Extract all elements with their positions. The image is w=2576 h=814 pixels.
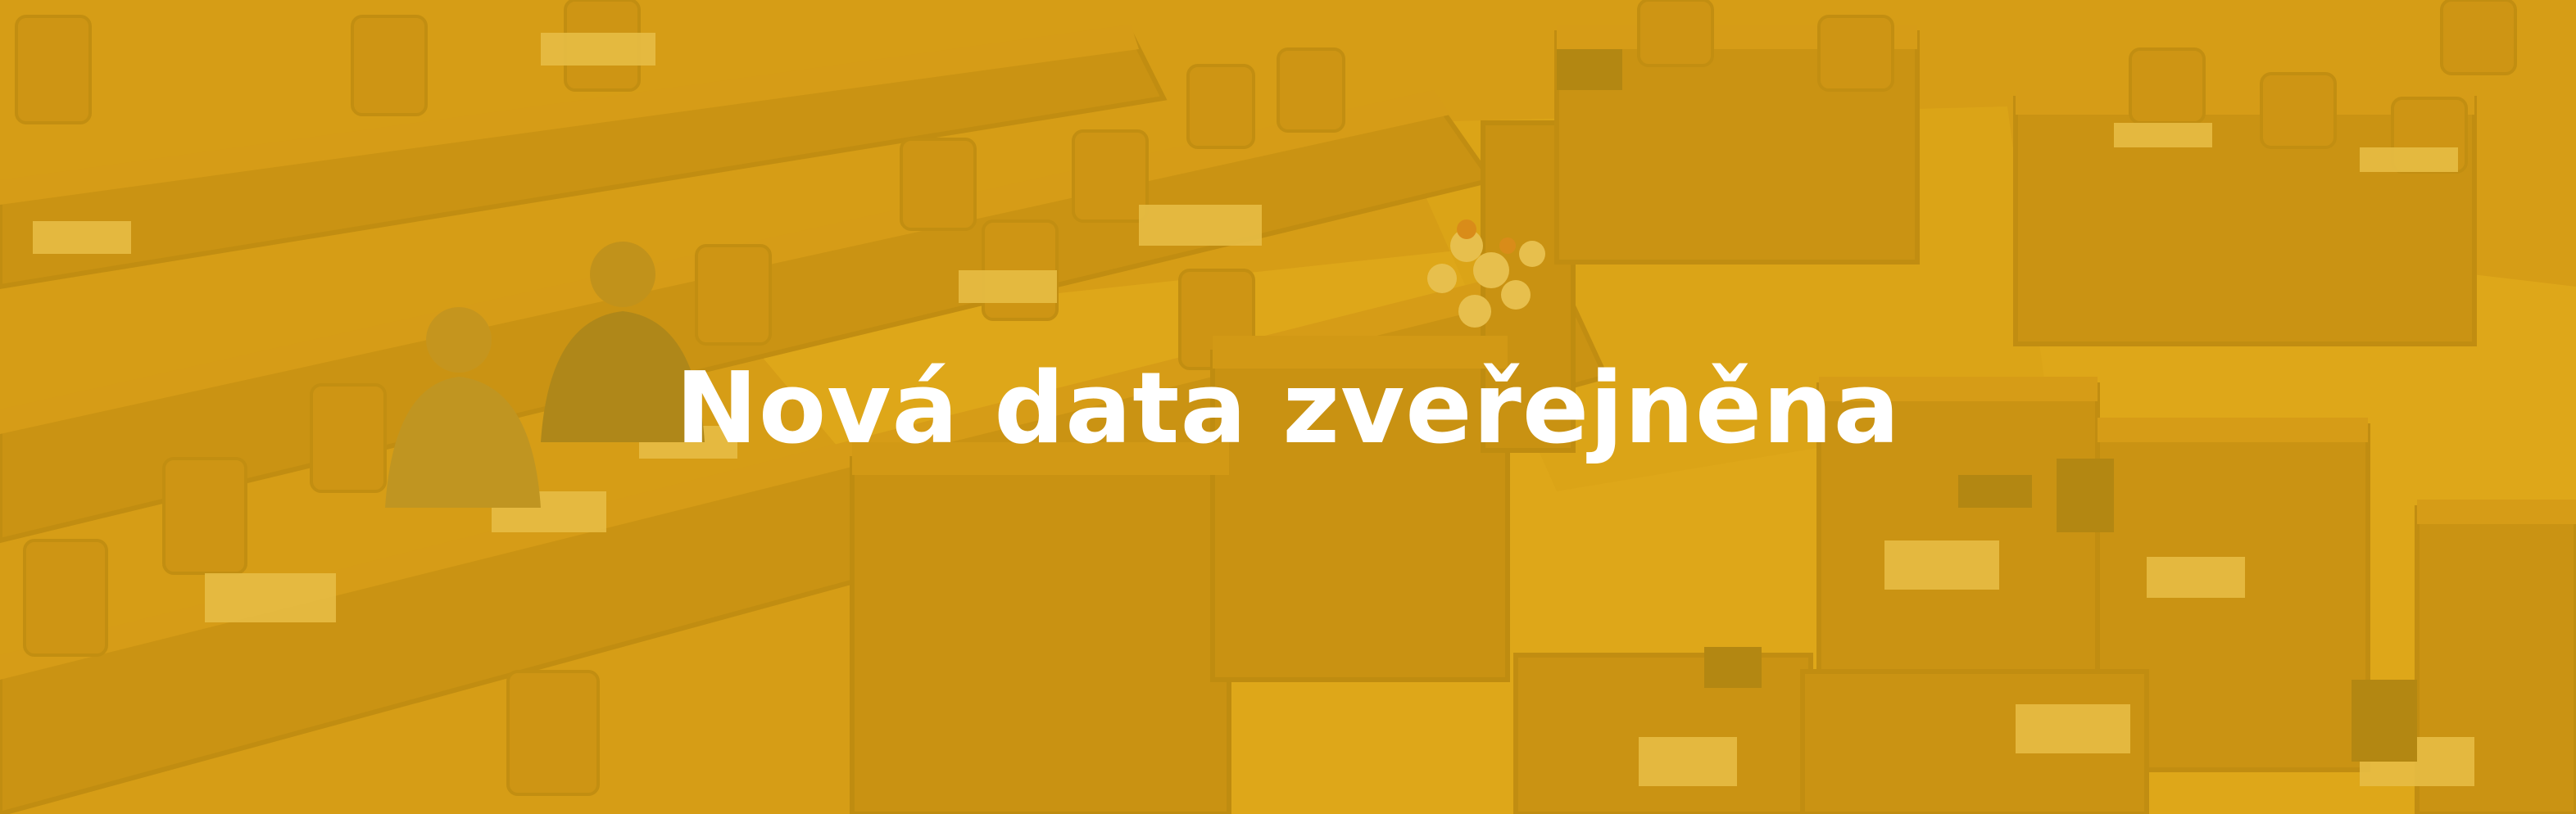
hero-banner: Nová data zveřejněna (0, 0, 2576, 814)
banner-headline: Nová data zveřejněna (675, 352, 1901, 466)
